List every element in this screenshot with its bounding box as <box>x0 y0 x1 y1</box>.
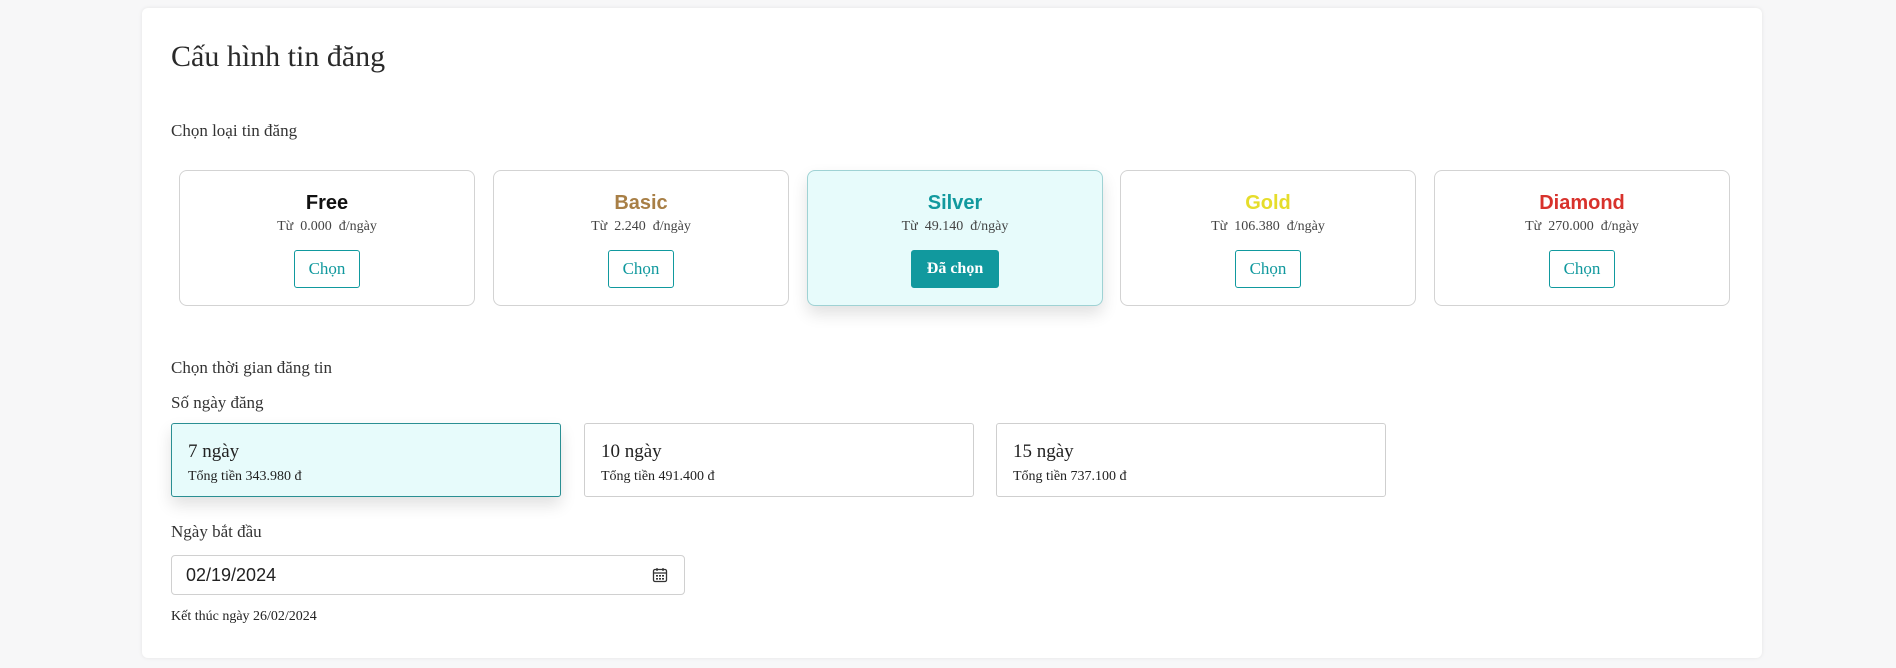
post-type-name: Gold <box>1245 192 1291 214</box>
duration-days: 10 ngày <box>601 441 662 462</box>
post-type-price: Từ 2.240 đ/ngày <box>591 219 691 234</box>
post-type-card-basic[interactable]: Basic Từ 2.240 đ/ngày Chọn <box>493 170 789 306</box>
duration-days: 15 ngày <box>1013 441 1074 462</box>
post-type-card-silver[interactable]: Silver Từ 49.140 đ/ngày Đã chọn <box>807 170 1103 306</box>
post-type-price: Từ 106.380 đ/ngày <box>1211 219 1325 234</box>
selected-silver-button[interactable]: Đã chọn <box>911 250 999 288</box>
end-date-text: Kết thúc ngày 26/02/2024 <box>171 609 317 624</box>
calendar-icon[interactable] <box>652 567 668 583</box>
choose-basic-button[interactable]: Chọn <box>608 250 674 288</box>
duration-label: Chọn thời gian đăng tin <box>171 358 333 377</box>
duration-option-10[interactable]: 10 ngày Tổng tiền 491.400 đ <box>584 423 974 497</box>
post-type-price: Từ 49.140 đ/ngày <box>901 219 1009 234</box>
post-type-price: Từ 270.000 đ/ngày <box>1525 219 1639 234</box>
days-label: Số ngày đăng <box>171 393 264 412</box>
post-type-name: Free <box>305 192 349 214</box>
start-date-label: Ngày bắt đầu <box>171 522 262 541</box>
duration-option-7[interactable]: 7 ngày Tổng tiền 343.980 đ <box>171 423 561 497</box>
post-type-card-free[interactable]: Free Từ 0.000 đ/ngày Chọn <box>179 170 475 306</box>
duration-total: Tổng tiền 737.100 đ <box>1013 469 1127 484</box>
post-type-label: Chọn loại tin đăng <box>171 121 298 140</box>
post-type-name: Silver <box>927 192 983 214</box>
choose-gold-button[interactable]: Chọn <box>1235 250 1301 288</box>
post-type-card-gold[interactable]: Gold Từ 106.380 đ/ngày Chọn <box>1120 170 1416 306</box>
duration-option-15[interactable]: 15 ngày Tổng tiền 737.100 đ <box>996 423 1386 497</box>
page-title: Cấu hình tin đăng <box>171 40 386 73</box>
start-date-value[interactable]: 02/19/2024 <box>186 556 276 594</box>
duration-total: Tổng tiền 491.400 đ <box>601 469 715 484</box>
choose-diamond-button[interactable]: Chọn <box>1549 250 1615 288</box>
start-date-input[interactable]: 02/19/2024 <box>171 555 685 595</box>
duration-days: 7 ngày <box>188 441 240 462</box>
choose-free-button[interactable]: Chọn <box>294 250 360 288</box>
duration-total: Tổng tiền 343.980 đ <box>188 469 302 484</box>
post-type-name: Diamond <box>1539 192 1625 214</box>
post-type-card-diamond[interactable]: Diamond Từ 270.000 đ/ngày Chọn <box>1434 170 1730 306</box>
post-type-name: Basic <box>614 192 668 214</box>
post-type-price: Từ 0.000 đ/ngày <box>277 219 377 234</box>
